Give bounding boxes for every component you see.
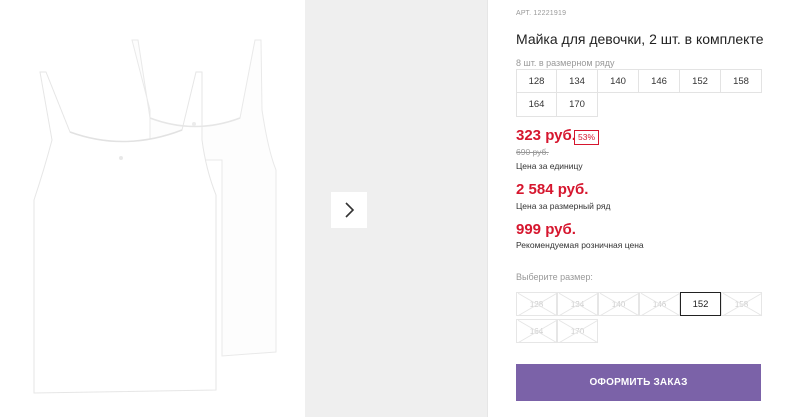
unit-price: 323 руб.: [516, 127, 576, 144]
discount-badge: 53%: [574, 130, 600, 145]
range-price: 2 584 руб.: [516, 181, 589, 198]
unit-price-label: Цена за единицу: [516, 161, 583, 171]
retail-price-label: Рекомендуемая розничная цена: [516, 240, 644, 250]
range-price-label: Цена за размерный ряд: [516, 201, 611, 211]
next-image-button[interactable]: [331, 192, 367, 228]
size-range-cell: 146: [639, 69, 680, 93]
size-option[interactable]: 170: [557, 319, 598, 343]
size-option[interactable]: 140: [598, 292, 639, 316]
size-range-cell: 164: [516, 93, 557, 117]
product-image: [0, 0, 305, 417]
divider: [487, 0, 488, 417]
size-range-grid: 128 134 140 146 152 158 164 170: [516, 69, 762, 117]
size-option[interactable]: 158: [721, 292, 762, 316]
size-range-label: 8 шт. в размерном ряду: [516, 58, 615, 68]
choose-size-label: Выберите размер:: [516, 272, 593, 282]
product-title: Майка для девочки, 2 шт. в комплекте: [516, 31, 764, 47]
size-range-cell: 158: [721, 69, 762, 93]
size-option[interactable]: 146: [639, 292, 680, 316]
size-range-cell: 140: [598, 69, 639, 93]
chevron-right-icon: [345, 202, 355, 218]
size-range-cell: 128: [516, 69, 557, 93]
size-option[interactable]: 164: [516, 319, 557, 343]
size-range-cell: 170: [557, 93, 598, 117]
size-option[interactable]: 128: [516, 292, 557, 316]
size-range-cell: 152: [680, 69, 721, 93]
size-range-cell: 134: [557, 69, 598, 93]
size-picker: 128 134 140 146 152 158 164 170: [516, 292, 768, 344]
place-order-button[interactable]: ОФОРМИТЬ ЗАКАЗ: [516, 364, 761, 401]
size-option-selected[interactable]: 152: [680, 292, 721, 316]
size-option[interactable]: 134: [557, 292, 598, 316]
product-sku: АРТ. 12221919: [516, 10, 567, 17]
old-price: 690 руб.: [516, 147, 549, 157]
retail-price: 999 руб.: [516, 221, 576, 238]
